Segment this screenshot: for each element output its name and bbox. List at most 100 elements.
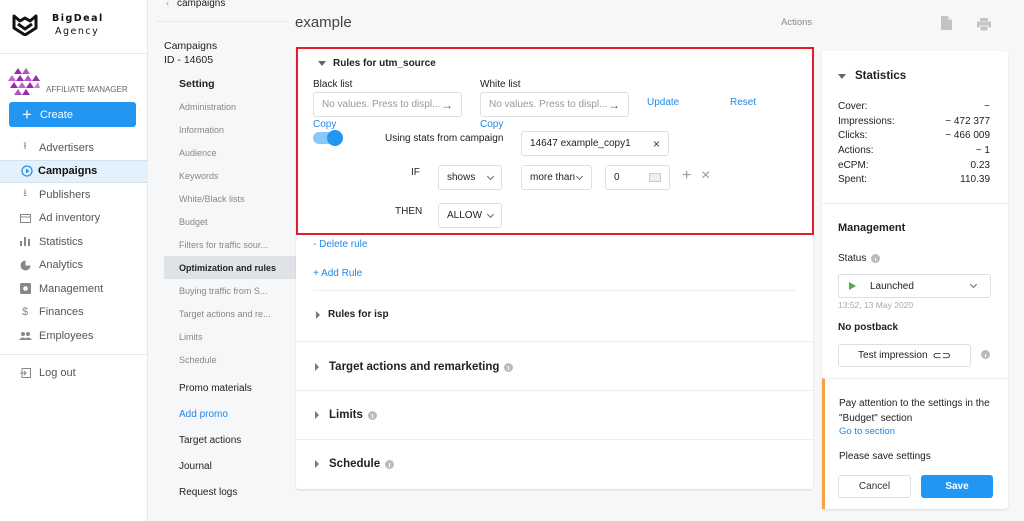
save-button[interactable]: Save	[921, 475, 993, 498]
add-promo-link[interactable]: Add promo	[164, 401, 296, 427]
black-list-placeholder: No values. Press to displ...	[322, 99, 441, 110]
info-icon[interactable]	[871, 254, 881, 263]
utm-source-section-toggle[interactable]: Rules for utm_source	[318, 58, 436, 69]
logout-button[interactable]: Log out	[0, 361, 148, 385]
clear-icon[interactable]: ×	[653, 137, 660, 151]
status-value: Launched	[870, 280, 914, 292]
if-operator-select[interactable]: more than	[521, 165, 592, 190]
reset-link[interactable]: Reset	[730, 97, 756, 108]
if-metric-select[interactable]: shows	[438, 165, 502, 190]
caret-right-icon	[316, 310, 320, 319]
stats-campaign-label: Using stats from campaign	[385, 133, 504, 144]
white-list-copy-link[interactable]: Copy	[480, 119, 503, 130]
promo-materials-link[interactable]: Promo materials	[164, 375, 296, 401]
stat-label: eCPM:	[838, 159, 869, 171]
download-icon: ⭳	[23, 188, 27, 200]
subnav-item-buying-traffic[interactable]: Buying traffic from S...	[164, 279, 296, 302]
nav-item-analytics[interactable]: Analytics	[0, 254, 148, 278]
nav-item-publishers[interactable]: ⭳ Publishers	[0, 183, 148, 207]
nav-item-advertisers[interactable]: ⭱ Advertisers	[0, 136, 148, 160]
target-actions-link[interactable]: Target actions	[164, 427, 296, 453]
stat-row: Actions: ~ 1	[838, 143, 990, 158]
nav-item-campaigns[interactable]: Campaigns	[0, 159, 148, 183]
black-list-copy-link[interactable]: Copy	[313, 119, 336, 130]
actions-menu[interactable]: Actions	[781, 17, 812, 28]
stepper-icon[interactable]	[649, 173, 661, 182]
role-avatar-icon	[8, 68, 40, 95]
gear-box-icon	[18, 283, 32, 295]
divider	[296, 439, 813, 440]
journal-link[interactable]: Journal	[164, 453, 296, 479]
info-icon[interactable]	[981, 350, 990, 359]
if-value-stepper[interactable]: 0	[605, 165, 670, 190]
request-logs-link[interactable]: Request logs	[164, 479, 296, 505]
white-list-input[interactable]: No values. Press to displ... →	[480, 92, 629, 117]
test-impression-button[interactable]: Test impression ⊂⊃	[838, 344, 971, 367]
upload-icon: ⭱	[23, 141, 27, 153]
isp-section-toggle[interactable]: Rules for isp	[316, 309, 389, 320]
then-action-value: ALLOW	[447, 210, 483, 221]
subnav-item-schedule[interactable]: Schedule	[164, 348, 296, 371]
white-list-placeholder: No values. Press to displ...	[489, 99, 608, 110]
nav-label: Employees	[39, 329, 94, 342]
add-condition-icon[interactable]: +	[682, 167, 691, 185]
cancel-button[interactable]: Cancel	[838, 475, 911, 498]
brand-logo[interactable]: BigDeal Agency	[12, 12, 104, 38]
stats-campaign-select[interactable]: 14647 example_copy1 ×	[521, 131, 669, 156]
delete-rule-link[interactable]: - Delete rule	[313, 239, 367, 250]
info-icon[interactable]	[367, 410, 377, 420]
subnav-item-white-black-lists[interactable]: White/Black lists	[164, 187, 296, 210]
limits-section[interactable]: Limits	[315, 409, 377, 421]
print-icon[interactable]	[977, 18, 991, 34]
black-list-input[interactable]: No values. Press to displ... →	[313, 92, 462, 117]
nav-item-statistics[interactable]: Statistics	[0, 230, 148, 254]
create-button[interactable]: + Create	[9, 102, 136, 127]
back-link[interactable]: ‹ campaigns	[166, 0, 225, 9]
go-to-section-link[interactable]: Go to section	[839, 426, 895, 437]
subnav-item-audience[interactable]: Audience	[164, 141, 296, 164]
pie-chart-icon	[18, 260, 32, 271]
info-icon[interactable]	[385, 459, 395, 469]
play-circle-icon	[20, 165, 34, 177]
remove-condition-icon[interactable]: ×	[701, 167, 710, 185]
section-title: Limits	[329, 409, 363, 421]
link-icon: ⊂⊃	[932, 350, 951, 362]
subnav-item-filters[interactable]: Filters for traffic sour...	[164, 233, 296, 256]
subnav-item-keywords[interactable]: Keywords	[164, 164, 296, 187]
nav-item-employees[interactable]: Employees	[0, 324, 148, 348]
info-icon[interactable]	[504, 362, 514, 372]
subnav-item-information[interactable]: Information	[164, 118, 296, 141]
nav-label: Management	[39, 282, 104, 295]
subnav-item-target-actions[interactable]: Target actions and re...	[164, 302, 296, 325]
subnav-links: Promo materials Add promo Target actions…	[164, 375, 296, 505]
create-label: Create	[39, 108, 73, 121]
target-actions-section[interactable]: Target actions and remarketing	[315, 361, 514, 373]
subnav-item-limits[interactable]: Limits	[164, 325, 296, 348]
role-block: AFFILIATE MANAGER	[8, 66, 128, 96]
schedule-section[interactable]: Schedule	[315, 458, 395, 470]
subnav-item-budget[interactable]: Budget	[164, 210, 296, 233]
save-note: Please save settings	[839, 451, 931, 462]
plus-icon: +	[22, 105, 32, 124]
status-select[interactable]: Launched	[838, 274, 991, 298]
then-action-select[interactable]: ALLOW	[438, 203, 502, 228]
chevron-down-icon	[486, 210, 495, 218]
stat-value: ~	[984, 100, 990, 112]
nav-item-management[interactable]: Management	[0, 277, 148, 301]
stats-toggle[interactable]	[313, 130, 343, 146]
nav-item-finances[interactable]: $ Finances	[0, 301, 148, 325]
update-link[interactable]: Update	[647, 97, 679, 108]
document-icon[interactable]	[941, 16, 952, 33]
logout-label: Log out	[39, 366, 76, 379]
nav-item-ad-inventory[interactable]: Ad inventory	[0, 207, 148, 231]
subnav-item-administration[interactable]: Administration	[164, 95, 296, 118]
add-rule-link[interactable]: + Add Rule	[313, 268, 362, 279]
then-label: THEN	[395, 206, 423, 217]
statistics-list: Cover: ~ Impressions: ~ 472 377 Clicks: ~ 4…	[838, 99, 990, 187]
statistics-toggle[interactable]: Statistics	[838, 70, 906, 82]
main-nav: ⭱ Advertisers Campaigns ⭳ Publishers Ad in…	[0, 136, 148, 348]
if-metric-value: shows	[447, 172, 476, 183]
logo-icon	[12, 14, 38, 36]
subnav-item-optimization[interactable]: Optimization and rules	[164, 256, 296, 279]
divider	[822, 203, 1008, 204]
